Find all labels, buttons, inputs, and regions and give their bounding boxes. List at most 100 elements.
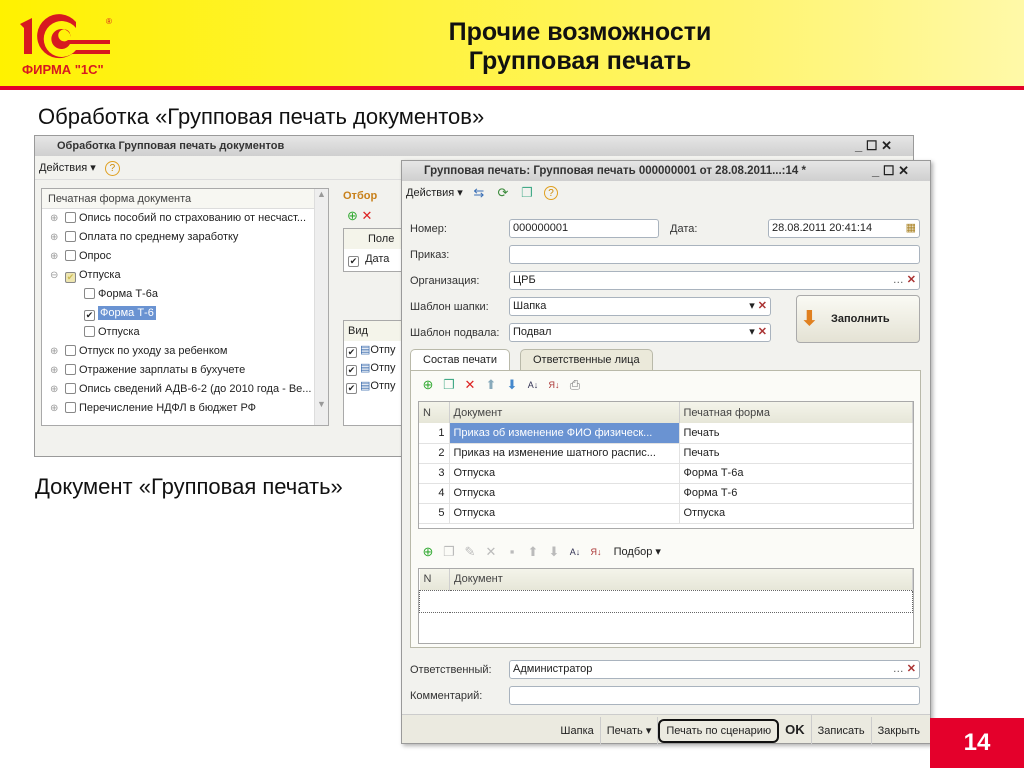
minimize-button[interactable]: _ ☐ ✕ [855, 136, 892, 156]
tree-item[interactable]: ⊕ Опрос [42, 247, 328, 266]
refresh-icon[interactable]: ⟳ [496, 186, 510, 200]
actions-menu[interactable]: Действия ▾ [39, 162, 96, 174]
tree-checkbox[interactable] [65, 402, 76, 413]
table-row[interactable]: 3 Отпуска Форма Т-6а [419, 463, 913, 484]
expand-icon[interactable]: ⊕ [50, 380, 60, 399]
calendar-icon[interactable]: ▦ [906, 220, 919, 237]
view-row[interactable]: ✔ ▤Отпу [344, 341, 402, 359]
tree-checkbox[interactable]: ✔ [84, 310, 95, 321]
tree-checkbox[interactable] [84, 326, 95, 337]
save-button[interactable]: Записать [812, 717, 872, 746]
table-row[interactable]: 2 Приказ на изменение шатного распис... Пе… [419, 443, 913, 464]
collapse-icon[interactable]: ⊖ [50, 266, 60, 285]
view-row[interactable]: ✔ ▤Отпу [344, 359, 402, 377]
select-clear-icon[interactable]: … ✕ [893, 272, 919, 289]
tree-item[interactable]: ⊕ Опись сведений АДВ-6-2 (до 2010 года - … [42, 380, 328, 399]
post-icon[interactable]: ⇆ [472, 186, 486, 200]
view-row[interactable]: ✔ ▤Отпу [344, 377, 402, 395]
table-row[interactable]: 1 Приказ об изменение ФИО физическ... Печа… [419, 423, 913, 444]
expand-icon[interactable]: ⊕ [50, 209, 60, 228]
tree-item[interactable]: Отпуска [42, 323, 328, 342]
tree-checkbox[interactable] [65, 250, 76, 261]
add-icon[interactable]: ⊕ [421, 377, 435, 392]
fill-button[interactable]: ⬇ Заполнить [796, 295, 920, 343]
tree-checkbox[interactable] [65, 383, 76, 394]
move-up-icon[interactable]: ⬆ [526, 544, 540, 559]
responsible-field[interactable]: Администратор … ✕ [509, 660, 920, 679]
select-clear-icon[interactable]: … ✕ [893, 661, 919, 678]
pick-menu[interactable]: Подбор ▾ [614, 546, 661, 558]
add-icon[interactable]: ⊕ [421, 544, 435, 559]
row-document[interactable]: Приказ на изменение шатного распис... [449, 443, 680, 464]
copy-icon[interactable]: ❐ [442, 377, 456, 392]
tree-item[interactable]: ✔ Форма Т-6 [42, 304, 328, 323]
footer-template-field[interactable]: Подвал ▾ ✕ [509, 323, 771, 342]
empty-row[interactable] [419, 589, 913, 613]
window-controls[interactable]: _ ☐ ✕ [872, 161, 909, 181]
row-document[interactable]: Приказ об изменение ФИО физическ... [449, 423, 680, 444]
expand-icon[interactable]: ⊕ [50, 247, 60, 266]
row-print-form[interactable]: Форма Т-6а [679, 463, 913, 484]
number-field[interactable]: 000000001 [509, 219, 659, 238]
tree-item[interactable]: ⊖ ✔ Отпуска [42, 266, 328, 285]
row-print-form[interactable]: Форма Т-6 [679, 483, 913, 504]
header-button[interactable]: Шапка [554, 717, 601, 746]
tab-responsible[interactable]: Ответственные лица [520, 349, 653, 371]
tree-checkbox[interactable] [65, 364, 76, 375]
print-icon[interactable]: ⎙ [568, 377, 582, 392]
close-button[interactable]: Закрыть [872, 717, 926, 746]
table-row[interactable]: 5 Отпуска Отпуска [419, 503, 913, 524]
date-field[interactable]: 28.08.2011 20:41:14 ▦ [768, 219, 920, 238]
dropdown-clear-icon[interactable]: ▾ ✕ [749, 324, 770, 341]
move-down-icon[interactable]: ⬇ [505, 377, 519, 392]
tab-print-composition[interactable]: Состав печати [410, 349, 510, 371]
move-down-icon[interactable]: ⬇ [547, 544, 561, 559]
view-checkbox[interactable]: ✔ [346, 347, 357, 358]
help-icon[interactable]: ? [544, 186, 559, 201]
tree-checkbox[interactable]: ✔ [65, 272, 76, 283]
org-field[interactable]: ЦРБ … ✕ [509, 271, 920, 290]
sort-asc-icon[interactable]: А↓ [568, 545, 582, 559]
comment-field[interactable] [509, 686, 920, 705]
row-print-form[interactable]: Печать [679, 423, 913, 444]
order-field[interactable] [509, 245, 920, 264]
sort-desc-icon[interactable]: Я↓ [589, 545, 603, 559]
move-up-icon[interactable]: ⬆ [484, 377, 498, 392]
row-document[interactable]: Отпуска [449, 483, 680, 504]
tree-item[interactable]: ⊕ Оплата по среднему заработку [42, 228, 328, 247]
tree-checkbox[interactable] [65, 345, 76, 356]
filter-checkbox[interactable]: ✔ [348, 256, 359, 267]
help-icon[interactable]: ? [104, 160, 120, 176]
col-print-form[interactable]: Печатная форма [679, 402, 913, 423]
delete-icon[interactable]: ✕ [463, 377, 477, 392]
col-document[interactable]: Документ [449, 569, 913, 590]
actions-menu[interactable]: Действия ▾ [406, 187, 463, 199]
ok-button[interactable]: OK [779, 715, 812, 744]
print-scenario-button[interactable]: Печать по сценарию [658, 719, 780, 743]
row-document[interactable]: Отпуска [449, 503, 680, 524]
edit-icon[interactable]: ✎ [463, 544, 477, 559]
row-print-form[interactable]: Печать [679, 443, 913, 464]
col-n[interactable]: N [419, 402, 450, 423]
expand-icon[interactable]: ⊕ [50, 361, 60, 380]
header-template-field[interactable]: Шапка ▾ ✕ [509, 297, 771, 316]
tree-item[interactable]: Форма Т-6а [42, 285, 328, 304]
copy-icon[interactable]: ❐ [442, 544, 456, 559]
expand-icon[interactable]: ⊕ [50, 342, 60, 361]
sort-asc-icon[interactable]: А↓ [526, 378, 540, 392]
expand-icon[interactable]: ⊕ [50, 228, 60, 247]
delete-icon[interactable]: ✕ [484, 544, 498, 559]
save-icon[interactable]: ▪ [505, 544, 519, 559]
col-n[interactable]: N [419, 569, 450, 590]
tree-checkbox[interactable] [65, 231, 76, 242]
sort-desc-icon[interactable]: Я↓ [547, 378, 561, 392]
tree-checkbox[interactable] [84, 288, 95, 299]
view-checkbox[interactable]: ✔ [346, 365, 357, 376]
row-print-form[interactable]: Отпуска [679, 503, 913, 524]
tree-checkbox[interactable] [65, 212, 76, 223]
tree-scrollbar[interactable]: ▲ ▼ [314, 189, 328, 425]
tree-item[interactable]: ⊕ Отпуск по уходу за ребенком [42, 342, 328, 361]
col-document[interactable]: Документ [449, 402, 680, 423]
tree-item[interactable]: ⊕ Перечисление НДФЛ в бюджет РФ [42, 399, 328, 418]
copy-icon[interactable]: ❐ [520, 186, 534, 200]
